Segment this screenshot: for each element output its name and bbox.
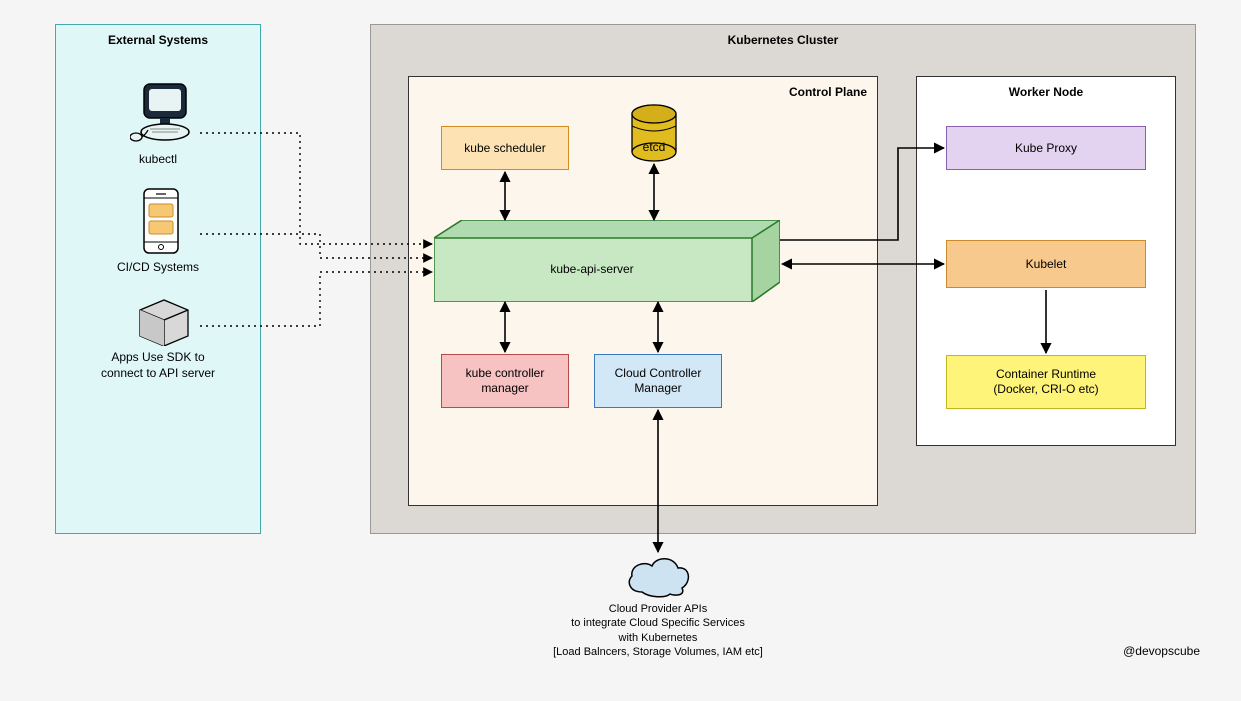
cloud-label: Cloud Provider APIs to integrate Cloud S… xyxy=(508,602,808,659)
phone-icon xyxy=(140,188,182,254)
kube-controller-mgr-box: kube controller manager xyxy=(441,354,569,408)
kube-scheduler-label: kube scheduler xyxy=(464,141,545,156)
api-server-label: kube-api-server xyxy=(434,262,750,278)
cluster-title: Kubernetes Cluster xyxy=(371,25,1195,47)
cicd-label: CI/CD Systems xyxy=(55,260,261,276)
kubectl-label: kubectl xyxy=(55,152,261,168)
kube-controller-mgr-label: kube controller manager xyxy=(466,366,545,396)
api-server-box xyxy=(434,220,780,302)
external-title: External Systems xyxy=(56,25,260,47)
control-plane-title: Control Plane xyxy=(789,85,867,101)
diagram-canvas: External Systems kubectl CI/CD Systems A… xyxy=(0,0,1241,701)
kubelet-box: Kubelet xyxy=(946,240,1146,288)
cloud-controller-mgr-box: Cloud Controller Manager xyxy=(594,354,722,408)
container-runtime-box: Container Runtime (Docker, CRI-O etc) xyxy=(946,355,1146,409)
kube-proxy-label: Kube Proxy xyxy=(1015,141,1077,156)
kube-proxy-box: Kube Proxy xyxy=(946,126,1146,170)
kubelet-label: Kubelet xyxy=(1026,257,1067,272)
container-runtime-label: Container Runtime (Docker, CRI-O etc) xyxy=(993,367,1098,397)
etcd-label: etcd xyxy=(604,140,704,156)
box-icon xyxy=(136,296,192,346)
cloud-controller-mgr-label: Cloud Controller Manager xyxy=(615,366,702,396)
watermark: @devopscube xyxy=(1080,644,1200,660)
computer-icon xyxy=(130,82,200,144)
kube-scheduler-box: kube scheduler xyxy=(441,126,569,170)
apps-label: Apps Use SDK to connect to API server xyxy=(75,350,241,381)
worker-node-title: Worker Node xyxy=(917,77,1175,99)
cloud-icon xyxy=(622,552,694,598)
